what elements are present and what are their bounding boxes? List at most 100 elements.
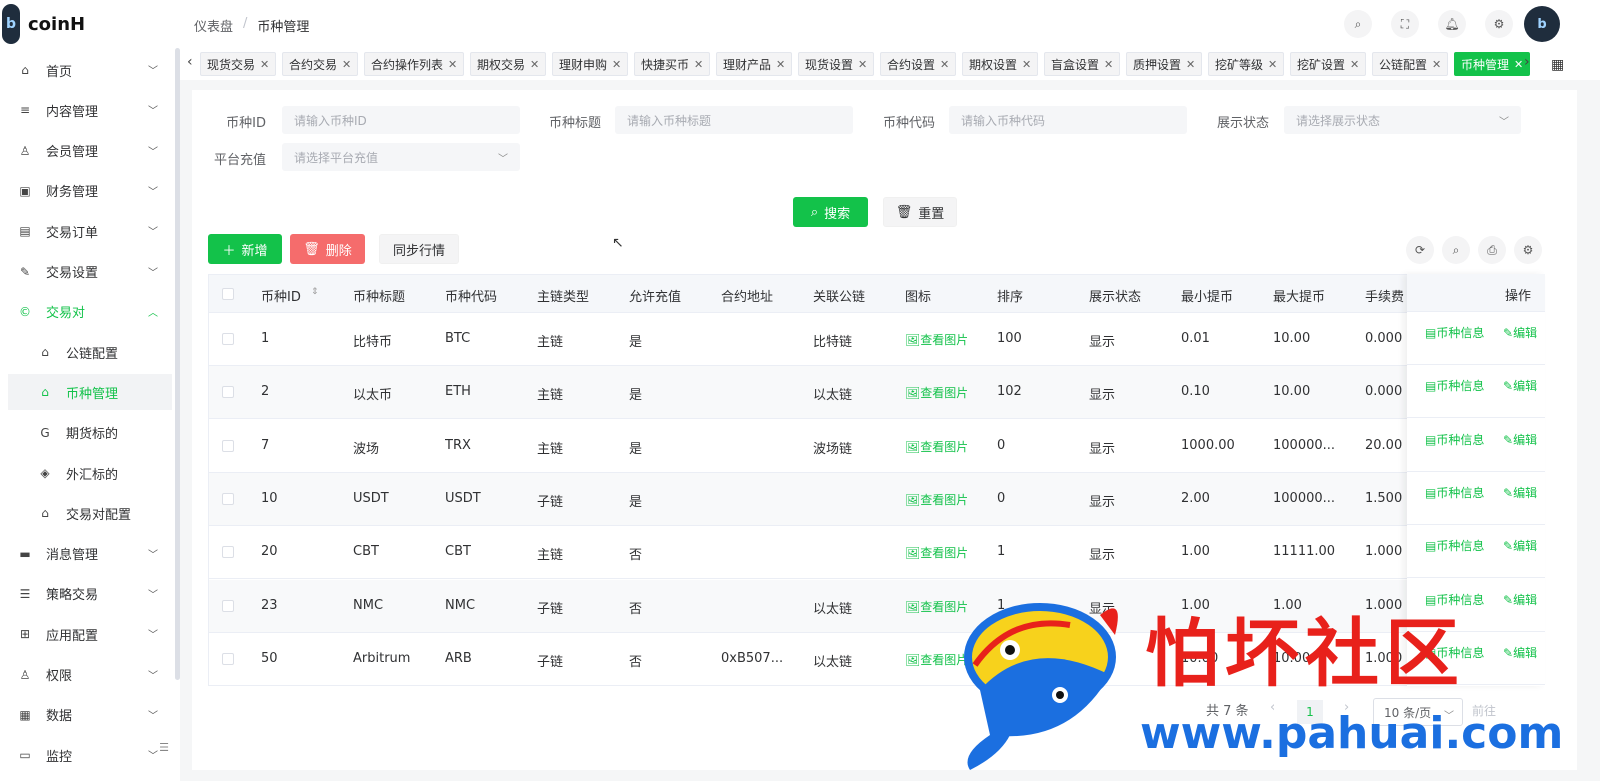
close-icon[interactable]: ✕ <box>530 58 539 71</box>
select-all-checkbox[interactable] <box>222 288 234 300</box>
sidebar-item-coin-management[interactable]: ⌂ 币种管理 <box>8 374 172 411</box>
coin-info-button[interactable]: ▤币种信息 <box>1425 591 1484 608</box>
logo[interactable]: b coinH <box>0 0 180 48</box>
search-icon[interactable]: ⌕ <box>1344 10 1372 38</box>
pagination-goto[interactable]: 前往 <box>1472 702 1496 719</box>
tab-3[interactable]: 期权交易 ✕ <box>470 52 547 76</box>
close-icon[interactable]: ✕ <box>1022 58 1031 71</box>
row-checkbox[interactable] <box>222 333 234 345</box>
pagination-prev-icon[interactable]: ‹ <box>1270 700 1275 715</box>
page-size-select[interactable]: 10 条/页 ﹀ <box>1373 698 1463 726</box>
tab-14[interactable]: 公链配置 ✕ <box>1372 52 1449 76</box>
avatar[interactable]: b <box>1524 6 1560 42</box>
bell-icon[interactable]: 🔔︎ <box>1438 10 1466 38</box>
close-icon[interactable]: ✕ <box>1432 58 1441 71</box>
sidebar-item-app-config[interactable]: ⊞ 应用配置 ﹀ <box>8 616 172 652</box>
tab-9[interactable]: 期权设置 ✕ <box>962 52 1039 76</box>
view-image-link[interactable]: 🖼︎查看图片 <box>905 384 967 401</box>
close-icon[interactable]: ✕ <box>448 58 457 71</box>
tab-10[interactable]: 盲盒设置 ✕ <box>1044 52 1121 76</box>
close-icon[interactable]: ✕ <box>1104 58 1113 71</box>
collapse-sidebar-icon[interactable]: ☰ <box>156 740 172 754</box>
view-image-link[interactable]: 🖼︎查看图片 <box>905 651 967 668</box>
sync-market-button[interactable]: 同步行情 <box>379 234 459 264</box>
delete-button[interactable]: 🗑︎ 删除 <box>290 234 365 264</box>
coin-info-button[interactable]: ▤币种信息 <box>1425 377 1484 394</box>
platform-recharge-select[interactable]: 请选择平台充值 ﹀ <box>282 143 520 171</box>
tab-11[interactable]: 质押设置 ✕ <box>1126 52 1203 76</box>
tab-12[interactable]: 挖矿等级 ✕ <box>1208 52 1285 76</box>
pagination-next-icon[interactable]: › <box>1344 700 1349 715</box>
sidebar-item-data[interactable]: ▦ 数据 ﹀ <box>8 697 172 733</box>
row-checkbox[interactable] <box>222 386 234 399</box>
close-icon[interactable]: ✕ <box>1186 58 1195 71</box>
coin-code-input[interactable]: 请输入币种代码 <box>949 106 1187 134</box>
sidebar-item-pair-config[interactable]: ⌂ 交易对配置 <box>8 495 172 531</box>
close-icon[interactable]: ✕ <box>858 58 867 71</box>
coin-title-input[interactable]: 请输入币种标题 <box>615 106 853 134</box>
edit-button[interactable]: ✎编辑 <box>1503 591 1537 608</box>
coin-info-button[interactable]: ▤币种信息 <box>1425 537 1484 554</box>
tab-4[interactable]: 理财申购 ✕ <box>552 52 629 76</box>
tags-scroll-left-icon[interactable]: ‹ <box>187 54 193 70</box>
view-image-link[interactable]: 🖼︎查看图片 <box>905 438 967 455</box>
close-icon[interactable]: ✕ <box>1350 58 1359 71</box>
close-icon[interactable]: ✕ <box>1268 58 1277 71</box>
view-image-link[interactable]: 🖼︎查看图片 <box>905 331 967 348</box>
tab-7[interactable]: 现货设置 ✕ <box>798 52 875 76</box>
row-checkbox[interactable] <box>222 599 234 612</box>
sidebar-item-strategy[interactable]: ☰ 策略交易 ﹀ <box>8 576 172 612</box>
sidebar-item-monitor[interactable]: ▭ 监控 ﹀ <box>8 737 172 773</box>
sidebar-item-futures[interactable]: G 期货标的 <box>8 415 172 451</box>
close-icon[interactable]: ✕ <box>612 58 621 71</box>
sidebar-item-member[interactable]: ♙ 会员管理 ﹀ <box>8 133 172 169</box>
edit-button[interactable]: ✎编辑 <box>1503 644 1537 661</box>
close-icon[interactable]: ✕ <box>260 58 269 71</box>
sidebar-item-finance[interactable]: ▣ 财务管理 ﹀ <box>8 173 172 209</box>
tab-8[interactable]: 合约设置 ✕ <box>880 52 957 76</box>
sidebar-item-trading-pairs[interactable]: © 交易对 ︿ <box>8 294 172 330</box>
sidebar-item-trade-settings[interactable]: ✎ 交易设置 ﹀ <box>8 254 172 290</box>
row-checkbox[interactable] <box>222 652 234 665</box>
edit-button[interactable]: ✎编辑 <box>1503 431 1537 448</box>
close-icon[interactable]: ✕ <box>1514 58 1523 71</box>
close-icon[interactable]: ✕ <box>694 58 703 71</box>
tab-15[interactable]: 币种管理 ✕ <box>1454 52 1531 76</box>
edit-button[interactable]: ✎编辑 <box>1503 484 1537 501</box>
close-icon[interactable]: ✕ <box>342 58 351 71</box>
reset-button[interactable]: 🗑︎ 重置 <box>883 197 957 227</box>
edit-button[interactable]: ✎编辑 <box>1503 537 1537 554</box>
coin-id-input[interactable]: 请输入币种ID <box>282 106 520 134</box>
sort-icon[interactable]: ⇕ <box>311 287 319 297</box>
tab-1[interactable]: 合约交易 ✕ <box>282 52 359 76</box>
breadcrumb-item-dashboard[interactable]: 仪表盘 <box>194 16 233 35</box>
display-status-select[interactable]: 请选择展示状态 ﹀ <box>1284 106 1521 134</box>
tab-5[interactable]: 快捷买币 ✕ <box>634 52 711 76</box>
print-icon[interactable]: ⎙ <box>1478 236 1506 264</box>
sidebar-item-home[interactable]: ⌂ 首页 ﹀ <box>8 52 172 88</box>
sidebar-item-permissions[interactable]: ♙ 权限 ﹀ <box>8 657 172 693</box>
view-image-link[interactable]: 🖼︎查看图片 <box>905 598 967 615</box>
search-toggle-icon[interactable]: ⌕ <box>1442 236 1470 264</box>
grid-icon[interactable]: ▦ <box>1551 57 1564 73</box>
row-checkbox[interactable] <box>222 492 234 505</box>
view-image-link[interactable]: 🖼︎查看图片 <box>905 491 967 508</box>
view-image-link[interactable]: 🖼︎查看图片 <box>905 544 967 561</box>
coin-info-button[interactable]: ▤币种信息 <box>1425 644 1484 661</box>
sidebar-item-forex[interactable]: ◈ 外汇标的 <box>8 455 172 491</box>
edit-button[interactable]: ✎编辑 <box>1503 377 1537 394</box>
column-settings-icon[interactable]: ⚙ <box>1514 236 1542 264</box>
coin-info-button[interactable]: ▤币种信息 <box>1425 431 1484 448</box>
tab-0[interactable]: 现货交易 ✕ <box>200 52 277 76</box>
sidebar-item-content[interactable]: ≡ 内容管理 ﹀ <box>8 92 172 128</box>
row-checkbox[interactable] <box>222 546 234 559</box>
sidebar-item-orders[interactable]: ▤ 交易订单 ﹀ <box>8 213 172 249</box>
coin-info-button[interactable]: ▤币种信息 <box>1425 324 1484 341</box>
sidebar-item-messages[interactable]: ▬ 消息管理 ﹀ <box>8 536 172 572</box>
pagination-page-current[interactable]: 1 <box>1297 700 1323 724</box>
tab-6[interactable]: 理财产品 ✕ <box>716 52 793 76</box>
tab-13[interactable]: 挖矿设置 ✕ <box>1290 52 1367 76</box>
close-icon[interactable]: ✕ <box>776 58 785 71</box>
settings-icon[interactable]: ⚙ <box>1485 10 1513 38</box>
refresh-icon[interactable]: ⟳ <box>1406 236 1434 264</box>
